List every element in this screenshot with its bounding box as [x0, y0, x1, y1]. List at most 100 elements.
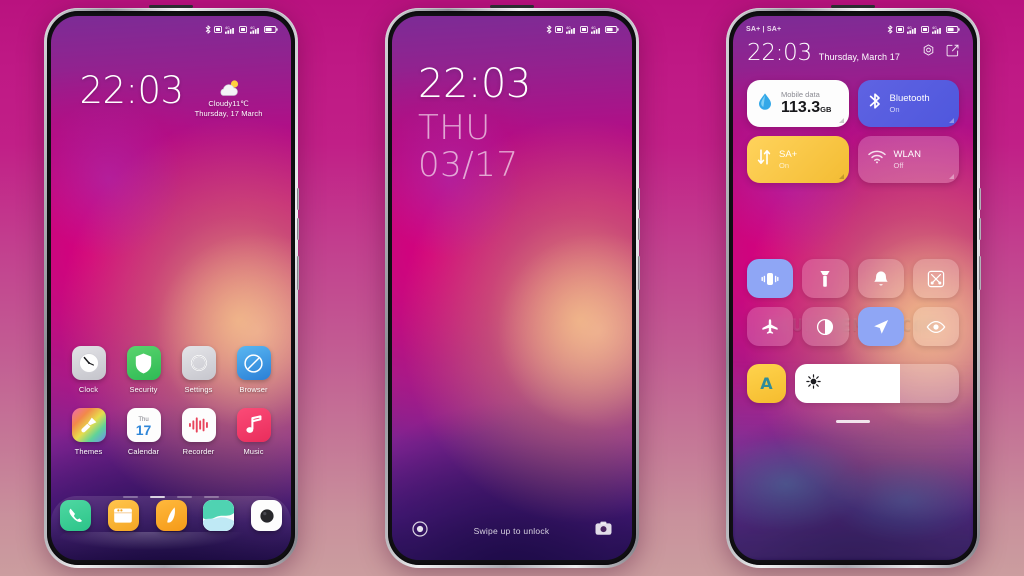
card-title: Bluetooth	[889, 92, 930, 104]
card-status: On	[779, 160, 790, 170]
bluetooth-icon	[887, 24, 893, 34]
earpiece-speaker	[149, 4, 193, 8]
settings-gear-icon[interactable]	[922, 44, 935, 62]
ringer-toggle[interactable]	[857, 259, 904, 298]
wifi-icon	[867, 150, 886, 169]
sim1-icon	[555, 25, 563, 33]
signal-4g-icon: 4G	[225, 25, 236, 34]
lock-time: 22:03	[418, 61, 531, 107]
status-bar: 4G 4G	[392, 16, 632, 38]
app-label: Recorder	[182, 447, 215, 456]
card-sa-plus[interactable]: SA+ On	[747, 136, 849, 183]
phone-app[interactable]	[60, 500, 91, 531]
home-screen[interactable]: 4G 4G 22:03 Cloudy11℃ Thursday, 17 March…	[51, 16, 291, 560]
vibrate-toggle[interactable]	[747, 259, 794, 298]
earpiece-speaker	[831, 4, 875, 8]
lock-date: 03/17	[418, 144, 519, 185]
card-title: Mobile data	[781, 90, 820, 100]
svg-text:4G: 4G	[250, 26, 255, 30]
volume-down-button[interactable]	[638, 218, 640, 240]
auto-brightness-button[interactable]: A	[747, 364, 786, 403]
cc-date: Thursday, March 17	[818, 52, 900, 62]
battery-icon	[946, 25, 960, 33]
location-toggle[interactable]	[857, 307, 904, 346]
network-mode-text: SA+ | SA+	[746, 25, 782, 33]
app-recorder[interactable]: Recorder	[171, 408, 226, 456]
gallery-app[interactable]	[203, 500, 235, 531]
screenshot-toggle[interactable]	[912, 259, 959, 298]
brightness-row: A	[747, 364, 959, 403]
app-browser[interactable]: Browser	[226, 346, 281, 394]
app-label: Calendar	[127, 447, 160, 456]
phone-device-lock: 4G 4G 22:03 THU 03/17 Swipe up to unlock	[385, 4, 640, 568]
card-title: WLAN	[893, 148, 921, 160]
lock-screen[interactable]: 4G 4G 22:03 THU 03/17 Swipe up to unlock	[392, 16, 632, 560]
volume-up-button[interactable]	[297, 188, 299, 210]
brightness-slider[interactable]	[795, 364, 959, 403]
power-button[interactable]	[297, 256, 299, 290]
settings-gear-icon	[181, 346, 216, 380]
svg-text:4G: 4G	[907, 26, 912, 30]
sim2-icon	[580, 25, 588, 33]
volume-down-button[interactable]	[297, 218, 299, 240]
sim1-icon	[214, 25, 222, 33]
app-label: Settings	[184, 385, 213, 394]
svg-text:4G: 4G	[932, 26, 937, 30]
app-security[interactable]: Security	[116, 346, 171, 394]
edit-icon[interactable]	[946, 44, 959, 62]
unlock-hint: Swipe up to unlock	[473, 526, 550, 536]
app-settings[interactable]: Settings	[171, 346, 226, 394]
lockscreen-clock-widget: 22:03 THU 03/17	[418, 64, 531, 183]
cloudy-sun-icon	[195, 76, 263, 98]
app-label: Security	[129, 385, 158, 394]
clock-app-icon	[71, 346, 106, 380]
card-wlan[interactable]: WLAN Off	[857, 136, 959, 183]
camera-icon[interactable]	[595, 521, 612, 541]
app-label: Clock	[78, 385, 99, 394]
readingmode-toggle[interactable]	[912, 307, 959, 346]
sim2-icon	[239, 25, 247, 33]
app-calendar[interactable]: Thu 17 Calendar	[116, 408, 171, 456]
torch-icon[interactable]	[412, 520, 428, 542]
bluetooth-icon	[868, 91, 882, 116]
drag-handle[interactable]	[836, 420, 870, 423]
toggle-grid	[747, 259, 959, 346]
card-unit: GB	[820, 105, 832, 115]
lock-day-of-week: THU	[418, 108, 491, 148]
battery-icon	[264, 25, 278, 33]
weather-widget[interactable]: Cloudy11℃ Thursday, 17 March	[195, 74, 263, 118]
volume-up-button[interactable]	[979, 188, 981, 210]
card-value: 113.3GB	[781, 99, 832, 117]
app-label: Browser	[239, 385, 268, 394]
weather-condition: Cloudy11℃	[208, 99, 249, 108]
browser-compass-icon	[236, 346, 271, 380]
earpiece-speaker	[490, 4, 534, 8]
power-button[interactable]	[638, 256, 640, 290]
card-mobile-data[interactable]: Mobile data 113.3GB	[747, 80, 849, 127]
signal-4g-icon: 4G	[591, 25, 602, 34]
airplane-toggle[interactable]	[747, 307, 794, 346]
app-clock[interactable]: Clock	[61, 346, 116, 394]
card-bluetooth[interactable]: Bluetooth On	[857, 80, 959, 127]
card-status: Off	[893, 160, 904, 170]
control-center-screen[interactable]: MIUITHEMER.COM SA+ | SA+ 4G 4G 22:03 Thu…	[733, 16, 973, 560]
darkmode-toggle[interactable]	[802, 307, 849, 346]
data-arrows-icon	[757, 148, 771, 171]
app-music[interactable]: Music	[226, 408, 281, 456]
bluetooth-icon	[546, 24, 552, 34]
themes-brush-icon	[71, 408, 106, 442]
flashlight-toggle[interactable]	[802, 259, 849, 298]
messages-app[interactable]	[107, 500, 139, 531]
volume-down-button[interactable]	[979, 218, 981, 240]
app-label: Themes	[74, 447, 103, 456]
home-clock-widget[interactable]: 22:03 Cloudy11℃ Thursday, 17 March	[51, 72, 291, 118]
power-button[interactable]	[979, 256, 981, 290]
camera-app[interactable]	[251, 500, 282, 531]
data-drop-icon	[757, 92, 773, 116]
control-center-header: 22:03 Thursday, March 17	[747, 42, 959, 65]
music-note-icon	[236, 408, 271, 442]
notes-app[interactable]	[155, 500, 187, 531]
svg-text:4G: 4G	[591, 26, 596, 30]
app-themes[interactable]: Themes	[61, 408, 116, 456]
volume-up-button[interactable]	[638, 188, 640, 210]
